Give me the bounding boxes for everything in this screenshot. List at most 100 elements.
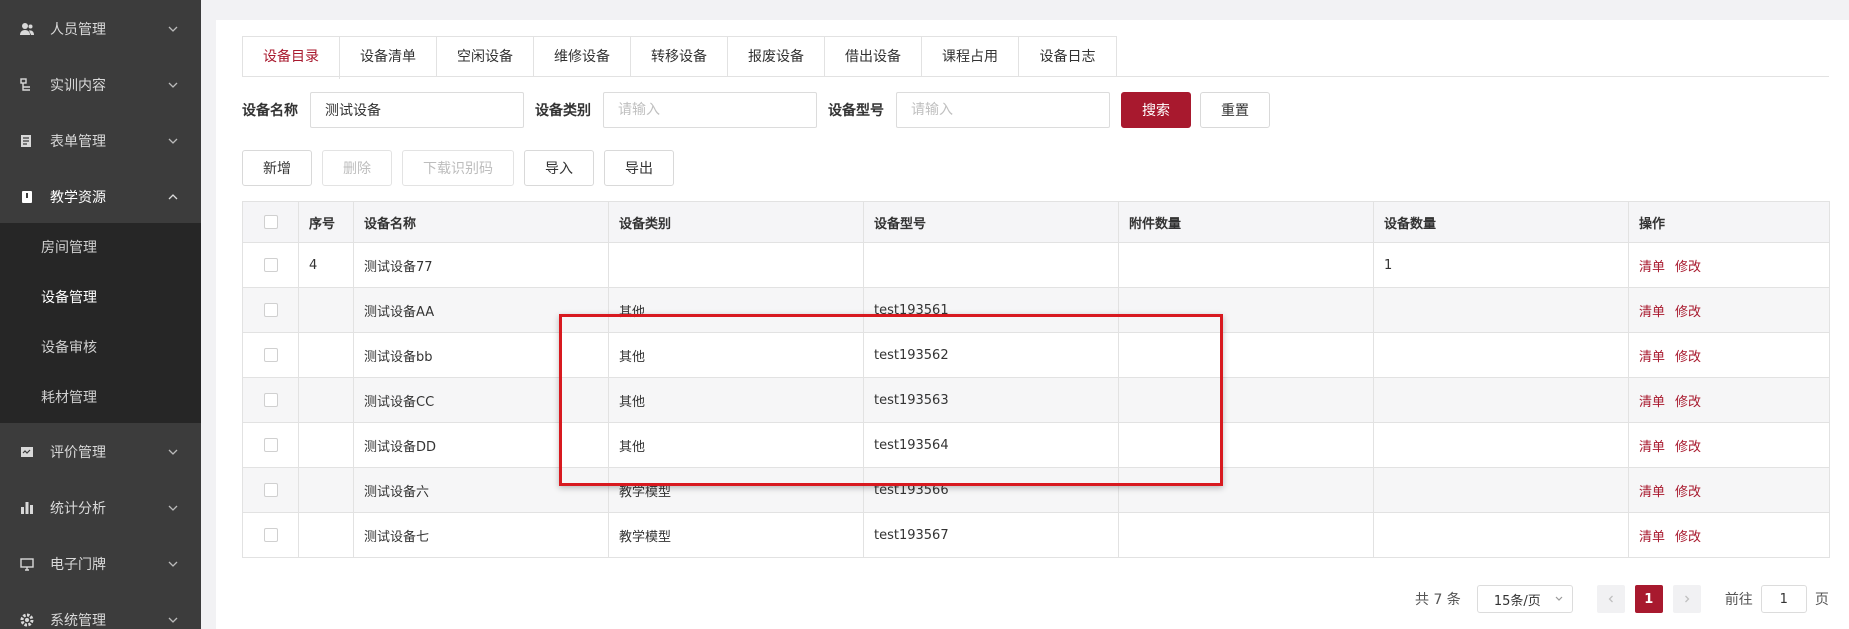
tab-idle-devices[interactable]: 空闲设备 bbox=[437, 37, 534, 77]
tab-lent-devices[interactable]: 借出设备 bbox=[825, 37, 922, 77]
reset-button[interactable]: 重置 bbox=[1200, 92, 1270, 128]
add-button[interactable]: 新增 bbox=[242, 150, 312, 186]
list-link[interactable]: 清单 bbox=[1639, 440, 1665, 455]
sidebar-item-label: 实训内容 bbox=[50, 78, 106, 94]
list-link[interactable]: 清单 bbox=[1639, 395, 1665, 410]
cell-attachments bbox=[1118, 512, 1374, 558]
cell-model: test193563 bbox=[863, 377, 1119, 423]
cell-actions: 清单 修改 bbox=[1628, 512, 1830, 558]
sidebar-item-label: 表单管理 bbox=[50, 134, 106, 150]
sidebar-item-personnel[interactable]: 人员管理 bbox=[0, 1, 201, 57]
list-link[interactable]: 清单 bbox=[1639, 485, 1665, 500]
chevron-down-icon bbox=[168, 449, 178, 455]
row-checkbox[interactable] bbox=[263, 528, 278, 542]
edit-link[interactable]: 修改 bbox=[1675, 260, 1701, 275]
chevron-down-icon bbox=[168, 561, 178, 567]
cell-model bbox=[863, 242, 1119, 288]
list-link[interactable]: 清单 bbox=[1639, 350, 1665, 365]
import-button[interactable]: 导入 bbox=[524, 150, 594, 186]
sidebar-item-training[interactable]: 实训内容 bbox=[0, 57, 201, 113]
chevron-down-icon bbox=[168, 26, 178, 32]
sidebar-item-evaluation[interactable]: 评价管理 bbox=[0, 424, 201, 480]
row-checkbox[interactable] bbox=[263, 393, 278, 407]
sidebar-item-statistics[interactable]: 统计分析 bbox=[0, 480, 201, 536]
tab-scrapped-devices[interactable]: 报废设备 bbox=[728, 37, 825, 77]
cell-name: 测试设备77 bbox=[353, 242, 609, 288]
list-link[interactable]: 清单 bbox=[1639, 530, 1665, 545]
row-select-cell bbox=[242, 467, 299, 513]
cell-index bbox=[298, 422, 354, 468]
cell-model: test193564 bbox=[863, 422, 1119, 468]
sidebar-item-label: 系统管理 bbox=[50, 613, 106, 629]
row-checkbox[interactable] bbox=[263, 258, 278, 272]
submenu-teaching-resources: 房间管理 设备管理 设备审核 耗材管理 bbox=[0, 223, 201, 423]
submenu-item-device-review[interactable]: 设备审核 bbox=[0, 323, 201, 373]
edit-link[interactable]: 修改 bbox=[1675, 485, 1701, 500]
tab-device-catalog[interactable]: 设备目录 bbox=[243, 37, 340, 79]
page-size-select[interactable]: 15条/页 bbox=[1476, 585, 1573, 613]
sidebar-item-label: 评价管理 bbox=[50, 445, 106, 461]
page-number-current[interactable]: 1 bbox=[1634, 585, 1663, 613]
cell-count bbox=[1373, 467, 1629, 513]
sidebar-item-system[interactable]: 系统管理 bbox=[0, 592, 201, 629]
gear-icon bbox=[20, 613, 34, 627]
chevron-down-icon bbox=[168, 617, 178, 623]
submenu-item-devices[interactable]: 设备管理 bbox=[0, 273, 201, 323]
book-icon bbox=[20, 190, 34, 204]
sidebar-item-teaching-resources[interactable]: 教学资源 bbox=[0, 169, 201, 225]
cell-count bbox=[1373, 512, 1629, 558]
column-header: 设备名称 bbox=[353, 201, 609, 243]
column-header: 序号 bbox=[298, 201, 354, 243]
sidebar-item-e-doorplate[interactable]: 电子门牌 bbox=[0, 536, 201, 592]
table-header-row: 序号 设备名称 设备类别 设备型号 附件数量 设备数量 操作 bbox=[242, 201, 1830, 243]
sidebar-item-forms[interactable]: 表单管理 bbox=[0, 113, 201, 169]
device-name-input[interactable] bbox=[310, 92, 524, 128]
edit-link[interactable]: 修改 bbox=[1675, 440, 1701, 455]
tab-course-occupied[interactable]: 课程占用 bbox=[922, 37, 1019, 77]
submenu-item-consumables[interactable]: 耗材管理 bbox=[0, 373, 201, 423]
goto-page-input[interactable] bbox=[1760, 585, 1807, 613]
next-page-button[interactable] bbox=[1672, 585, 1701, 613]
cell-attachments bbox=[1118, 422, 1374, 468]
cell-model: test193562 bbox=[863, 332, 1119, 378]
delete-button[interactable]: 删除 bbox=[322, 150, 392, 186]
tab-device-log[interactable]: 设备日志 bbox=[1019, 37, 1116, 77]
cell-index bbox=[298, 467, 354, 513]
chevron-down-icon bbox=[168, 505, 178, 511]
page-size-value: 15条/页 bbox=[1493, 593, 1541, 609]
cell-count bbox=[1373, 377, 1629, 423]
chevron-down-icon bbox=[1555, 596, 1563, 601]
download-code-button[interactable]: 下载识别码 bbox=[402, 150, 514, 186]
row-select-cell bbox=[242, 332, 299, 378]
tab-transfer-devices[interactable]: 转移设备 bbox=[631, 37, 728, 77]
search-button[interactable]: 搜索 bbox=[1121, 92, 1191, 128]
pagination: 共 7 条 15条/页 1 前往 页 bbox=[1415, 585, 1829, 613]
total-count: 共 7 条 bbox=[1415, 592, 1461, 608]
tab-device-list[interactable]: 设备清单 bbox=[340, 37, 437, 77]
row-checkbox[interactable] bbox=[263, 438, 278, 452]
cell-index: 4 bbox=[298, 242, 354, 288]
row-checkbox[interactable] bbox=[263, 303, 278, 317]
edit-link[interactable]: 修改 bbox=[1675, 305, 1701, 320]
edit-link[interactable]: 修改 bbox=[1675, 395, 1701, 410]
select-all-checkbox[interactable] bbox=[263, 215, 278, 229]
device-type-input[interactable] bbox=[603, 92, 817, 128]
prev-page-button[interactable] bbox=[1596, 585, 1625, 613]
submenu-item-rooms[interactable]: 房间管理 bbox=[0, 223, 201, 273]
row-select-cell bbox=[242, 377, 299, 423]
cell-name: 测试设备DD bbox=[353, 422, 609, 468]
edit-link[interactable]: 修改 bbox=[1675, 350, 1701, 365]
cell-index bbox=[298, 332, 354, 378]
edit-link[interactable]: 修改 bbox=[1675, 530, 1701, 545]
cell-type: 教学模型 bbox=[608, 512, 864, 558]
table-row: 测试设备AA 其他 test193561 清单 修改 bbox=[242, 287, 1830, 333]
device-table: 序号 设备名称 设备类别 设备型号 附件数量 设备数量 操作 4 测试设备77 … bbox=[242, 201, 1830, 558]
list-link[interactable]: 清单 bbox=[1639, 260, 1665, 275]
list-link[interactable]: 清单 bbox=[1639, 305, 1665, 320]
cell-count bbox=[1373, 287, 1629, 333]
device-model-input[interactable] bbox=[896, 92, 1110, 128]
row-checkbox[interactable] bbox=[263, 348, 278, 362]
tab-repair-devices[interactable]: 维修设备 bbox=[534, 37, 631, 77]
export-button[interactable]: 导出 bbox=[604, 150, 674, 186]
row-checkbox[interactable] bbox=[263, 483, 278, 497]
